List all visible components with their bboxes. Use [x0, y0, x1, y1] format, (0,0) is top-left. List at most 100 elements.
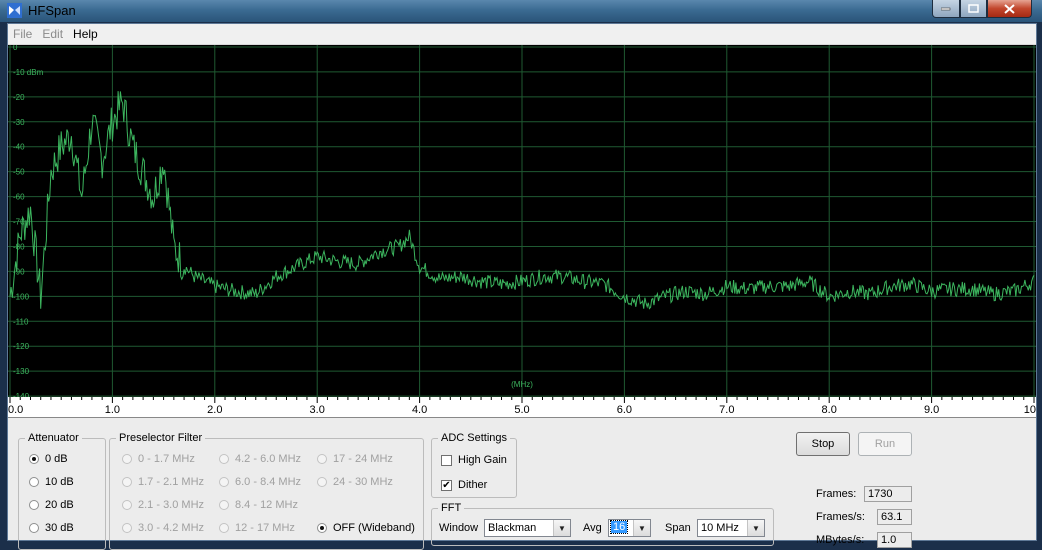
title-bar[interactable]: HFSpan [0, 0, 1042, 22]
menu-file[interactable]: File [8, 24, 37, 44]
preselector-6.0-8.4-radio[interactable]: 6.0 - 8.4 MHz [219, 476, 301, 488]
x-tick-label: 3.0 [310, 404, 325, 416]
fft-group: FFT Window Blackman ▼ Avg 16 ▼ Span 10 M… [431, 501, 774, 546]
x-tick-label: 7.0 [719, 404, 734, 416]
radio-dot [219, 523, 229, 533]
chevron-down-icon: ▼ [553, 520, 570, 536]
adc-settings-label: ADC Settings [438, 431, 511, 445]
checkbox-label: Dither [458, 479, 488, 491]
x-tick-label: 4.0 [412, 404, 427, 416]
avg-label: Avg [583, 522, 602, 534]
preselector-12-17-radio[interactable]: 12 - 17 MHz [219, 522, 295, 534]
radio-dot [122, 500, 132, 510]
maximize-button[interactable] [960, 0, 987, 18]
radio-dot [219, 454, 229, 464]
span-select-value: 10 MHz [701, 522, 739, 534]
attenuator-label: Attenuator [25, 431, 82, 445]
preselector-off-wideband-radio[interactable]: OFF (Wideband) [317, 522, 415, 534]
attenuator-30db-radio[interactable]: 30 dB [29, 522, 74, 534]
menu-bar: File Edit Help [8, 24, 1036, 45]
x-tick-label: 6.0 [617, 404, 632, 416]
menu-edit[interactable]: Edit [37, 24, 68, 44]
radio-label: 4.2 - 6.0 MHz [235, 453, 302, 465]
y-tick-label: -120 [13, 342, 30, 351]
attenuator-10db-radio[interactable]: 10 dB [29, 476, 74, 488]
y-tick-label: -100 [13, 292, 30, 301]
radio-label: 10 dB [45, 476, 74, 488]
x-tick-label: 10 [1024, 404, 1036, 416]
fft-label: FFT [438, 501, 465, 515]
chevron-down-icon: ▼ [633, 520, 650, 536]
radio-label: 20 dB [45, 499, 74, 511]
span-label: Span [665, 522, 691, 534]
minimize-icon [941, 7, 951, 10]
y-tick-label: 0 [13, 45, 18, 52]
radio-dot [29, 523, 39, 533]
preselector-3.0-4.2-radio[interactable]: 3.0 - 4.2 MHz [122, 522, 204, 534]
radio-dot [122, 454, 132, 464]
adc-settings-group: ADC Settings High Gain ✔ Dither [431, 431, 517, 498]
x-tick-label: 8.0 [822, 404, 837, 416]
span-select[interactable]: 10 MHz ▼ [697, 519, 765, 537]
frequency-axis-svg: 0.0 1.0 2.0 3.0 4.0 5.0 6.0 7.0 8.0 9.0 10 [8, 397, 1036, 416]
attenuator-20db-radio[interactable]: 20 dB [29, 499, 74, 511]
window-select[interactable]: Blackman ▼ [484, 519, 571, 537]
avg-select[interactable]: 16 ▼ [608, 519, 651, 537]
preselector-1.7-2.1-radio[interactable]: 1.7 - 2.1 MHz [122, 476, 204, 488]
radio-dot [29, 454, 39, 464]
attenuator-group: Attenuator 0 dB 10 dB 20 dB 30 dB [18, 431, 106, 550]
close-icon [1004, 3, 1015, 14]
radio-label: 6.0 - 8.4 MHz [235, 476, 302, 488]
y-tick-label: -40 [13, 143, 25, 152]
radio-label: 3.0 - 4.2 MHz [138, 522, 205, 534]
radio-label: 8.4 - 12 MHz [235, 499, 298, 511]
preselector-group: Preselector Filter 0 - 1.7 MHz 1.7 - 2.1… [109, 431, 424, 550]
y-tick-label: -50 [13, 168, 25, 177]
y-tick-label: -20 [13, 93, 25, 102]
radio-label: 12 - 17 MHz [235, 522, 295, 534]
frames-per-second-label: Frames/s: [816, 511, 865, 523]
mbytes-per-second-value: 1.0 [877, 532, 912, 548]
radio-dot [122, 523, 132, 533]
dither-checkbox[interactable]: ✔ Dither [441, 479, 487, 491]
preselector-4.2-6.0-radio[interactable]: 4.2 - 6.0 MHz [219, 453, 301, 465]
radio-dot [317, 477, 327, 487]
frames-value: 1730 [864, 486, 912, 502]
preselector-0-1.7-radio[interactable]: 0 - 1.7 MHz [122, 453, 195, 465]
window-title: HFSpan [28, 3, 76, 18]
run-button[interactable]: Run [858, 432, 912, 456]
x-tick-label: 1.0 [105, 404, 120, 416]
stop-button[interactable]: Stop [796, 432, 850, 456]
x-tick-label: 5.0 [514, 404, 529, 416]
radio-label: 0 - 1.7 MHz [138, 453, 195, 465]
preselector-2.1-3.0-radio[interactable]: 2.1 - 3.0 MHz [122, 499, 204, 511]
menu-help[interactable]: Help [68, 24, 103, 44]
y-tick-label: -110 [13, 317, 29, 326]
frequency-axis: 0.0 1.0 2.0 3.0 4.0 5.0 6.0 7.0 8.0 9.0 10 [8, 397, 1036, 418]
radio-dot [317, 523, 327, 533]
y-tick-label: -130 [13, 367, 30, 376]
radio-dot [317, 454, 327, 464]
app-icon [7, 3, 22, 18]
y-tick-label: -60 [13, 193, 25, 202]
checkbox-box [441, 454, 452, 466]
preselector-24-30-radio[interactable]: 24 - 30 MHz [317, 476, 393, 488]
app-window: HFSpan File Edit Help 0 -10 dBm -20 -30 -40 -… [0, 0, 1042, 550]
client-area: File Edit Help 0 -10 dBm -20 -30 -40 -50 -60 -7… [7, 23, 1037, 550]
checkbox-label: High Gain [458, 454, 507, 466]
control-panel: Attenuator 0 dB 10 dB 20 dB 30 dB Presel… [8, 418, 1036, 550]
radio-dot [29, 477, 39, 487]
attenuator-0db-radio[interactable]: 0 dB [29, 453, 68, 465]
minimize-button[interactable] [932, 0, 960, 18]
x-axis-title: (MHz) [511, 380, 533, 389]
x-tick-label: 2.0 [207, 404, 222, 416]
radio-label: 30 dB [45, 522, 74, 534]
radio-dot [219, 500, 229, 510]
preselector-8.4-12-radio[interactable]: 8.4 - 12 MHz [219, 499, 298, 511]
close-button[interactable] [987, 0, 1032, 18]
y-tick-label: -30 [13, 118, 25, 127]
preselector-17-24-radio[interactable]: 17 - 24 MHz [317, 453, 393, 465]
high-gain-checkbox[interactable]: High Gain [441, 454, 507, 466]
spectrum-plot: 0 -10 dBm -20 -30 -40 -50 -60 -70 -80 -90 -100 -110… [8, 43, 1036, 401]
radio-label: 24 - 30 MHz [333, 476, 393, 488]
